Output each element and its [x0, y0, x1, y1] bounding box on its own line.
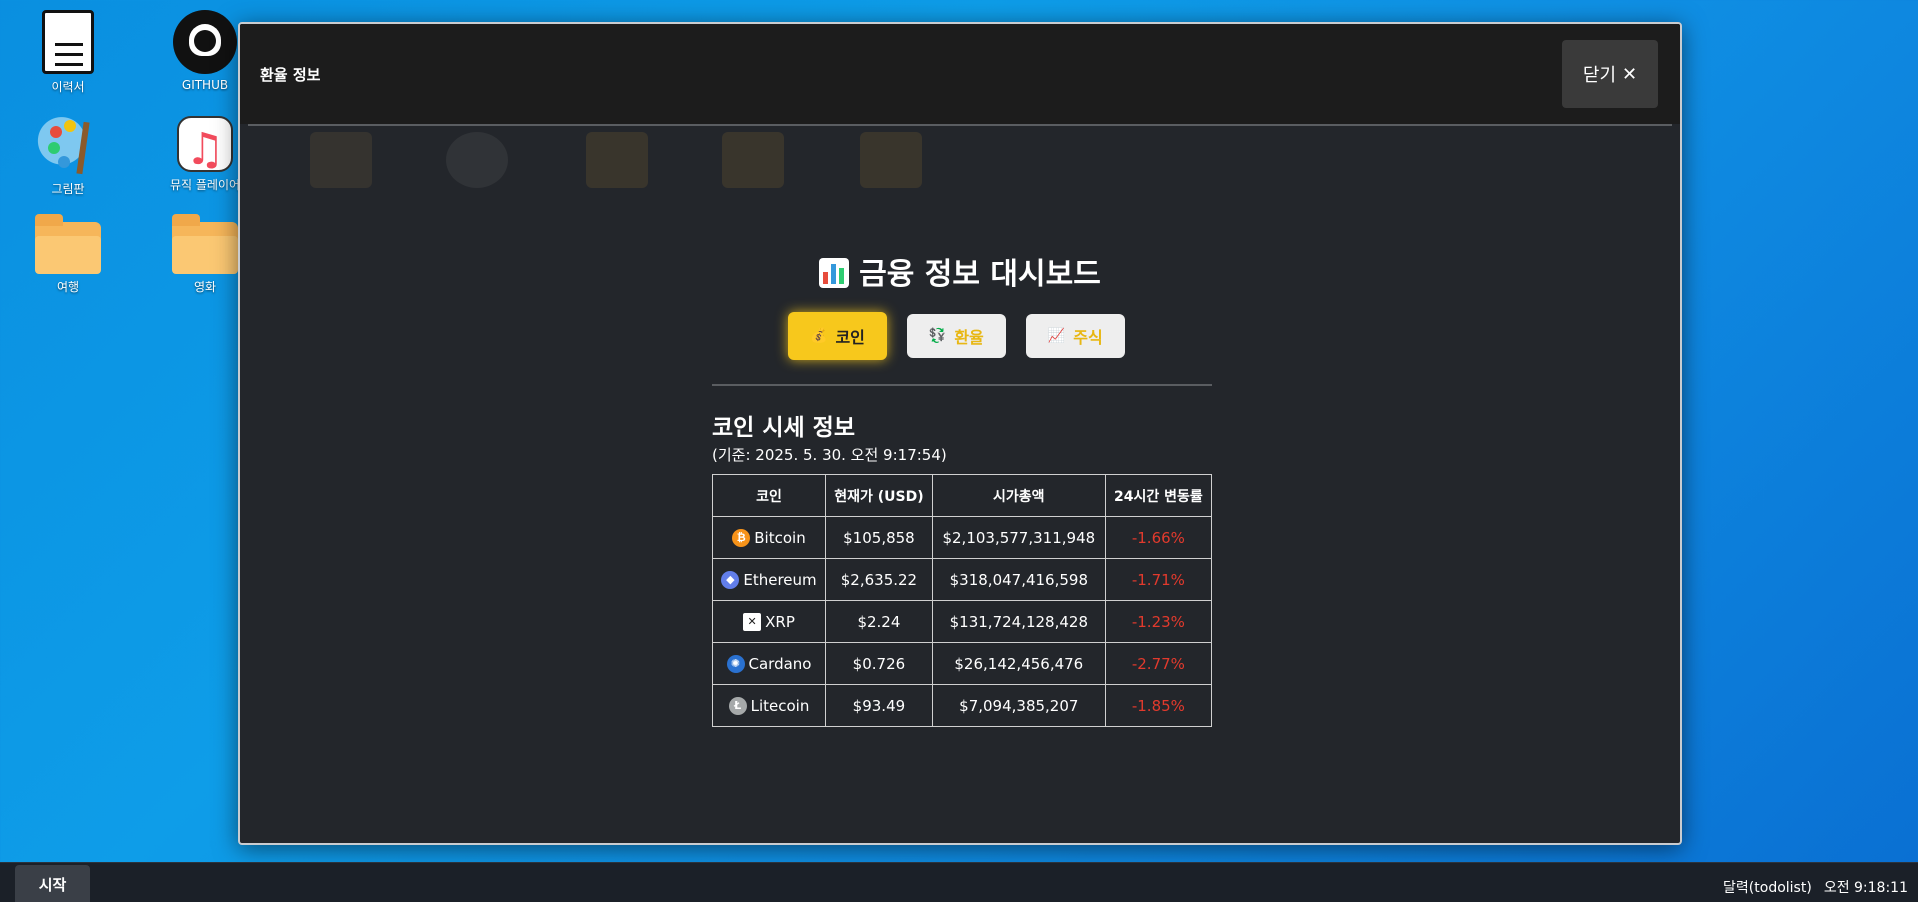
coin-name-cell: ✕ XRP	[712, 600, 826, 643]
desktop-icon-travel[interactable]: 여행	[8, 214, 128, 295]
coin-icon: ◆	[721, 570, 740, 589]
ghost-shape	[860, 132, 922, 188]
price-cell: $0.726	[825, 642, 933, 685]
market-cap-cell: $131,724,128,428	[931, 600, 1106, 643]
tab-label: 환율	[954, 328, 984, 347]
price-cell: $93.49	[825, 684, 933, 727]
coin-name-cell: Ł Litecoin	[712, 684, 826, 727]
tray-app-calendar[interactable]: 달력(todolist)	[1723, 877, 1812, 897]
desktop-icon-label: 이력서	[51, 80, 85, 94]
desktop-icon-label: 뮤직 플레이어	[169, 178, 241, 192]
resume-icon	[42, 10, 94, 74]
close-button-label: 닫기	[1582, 65, 1617, 86]
coin-name-cell: ◆ Ethereum	[712, 558, 826, 601]
market-cap-cell: $318,047,416,598	[931, 558, 1106, 601]
market-cap-cell: $7,094,385,207	[931, 684, 1106, 727]
music-note-icon: ♫	[177, 116, 233, 175]
exchange-icon: 💱	[928, 328, 947, 344]
clock: 오전 9:18:11	[1823, 880, 1908, 896]
coin-icon: ✺	[726, 654, 745, 673]
tab-coin[interactable]: 💰 코인	[788, 312, 887, 360]
table-row: ✺ Cardano $0.726 $26,142,456,476 -2.77%	[712, 642, 1213, 685]
coin-name: Ethereum	[743, 570, 817, 589]
coin-name: Bitcoin	[754, 528, 806, 547]
ghost-shape	[586, 132, 648, 188]
ghost-shape	[446, 132, 508, 188]
folder-icon	[172, 214, 238, 274]
chart-up-icon: 📈	[1047, 328, 1066, 344]
desktop-icon-label: 영화	[193, 280, 217, 294]
column-header: 현재가 (USD)	[825, 474, 933, 517]
start-button[interactable]: 시작	[15, 865, 90, 902]
table-row: ✕ XRP $2.24 $131,724,128,428 -1.23%	[712, 600, 1213, 643]
close-button[interactable]: 닫기 ✕	[1562, 40, 1658, 108]
coin-name: Cardano	[748, 654, 812, 673]
tab-exchange[interactable]: 💱 환율	[906, 314, 1006, 358]
window-title: 환율 정보	[260, 66, 321, 84]
column-header: 시가총액	[931, 474, 1106, 517]
change-cell: -1.71%	[1104, 558, 1213, 601]
coin-icon: ✕	[743, 612, 762, 631]
ghost-shape	[310, 132, 372, 188]
coin-price-table: 코인 현재가 (USD) 시가총액 24시간 변동률 ₿ Bitcoin $105,…	[712, 474, 1213, 727]
price-cell: $2.24	[825, 600, 933, 643]
change-cell: -1.85%	[1104, 684, 1213, 727]
window-header: 환율 정보 닫기 ✕	[240, 24, 1680, 124]
desktop-icon-paint[interactable]: 그림판	[8, 112, 128, 197]
coin-icon: Ł	[728, 696, 747, 715]
table-row: ◆ Ethereum $2,635.22 $318,047,416,598 -1.71%	[712, 558, 1213, 601]
market-cap-cell: $2,103,577,311,948	[931, 516, 1106, 559]
ghost-shape	[722, 132, 784, 188]
desktop-icon-resume[interactable]: 이력서	[8, 10, 128, 95]
section-title: 코인 시세 정보	[712, 415, 855, 441]
palette-icon	[36, 112, 100, 176]
dashboard-title: 금융 정보 대시보드	[240, 249, 1680, 293]
taskbar: 시작 달력(todolist) 오전 9:18:11	[0, 862, 1918, 902]
system-tray: 달력(todolist) 오전 9:18:11	[1723, 877, 1908, 897]
tab-stock[interactable]: 📈 주식	[1025, 314, 1125, 358]
dashboard-tabs: 💰 코인 💱 환율 📈 주식	[788, 312, 1125, 360]
coin-name: Litecoin	[750, 696, 810, 715]
tab-label: 주식	[1073, 328, 1103, 347]
desktop-icon-label: 그림판	[51, 182, 85, 196]
column-header: 코인	[712, 474, 826, 517]
close-icon: ✕	[1622, 63, 1638, 85]
price-cell: $2,635.22	[825, 558, 933, 601]
change-cell: -1.66%	[1104, 516, 1213, 559]
coin-name-cell: ✺ Cardano	[712, 642, 826, 685]
table-row: ₿ Bitcoin $105,858 $2,103,577,311,948 -1.66%	[712, 516, 1213, 559]
table-header-row: 코인 현재가 (USD) 시가총액 24시간 변동률	[712, 474, 1213, 517]
tab-label: 코인	[835, 328, 865, 347]
coin-name-cell: ₿ Bitcoin	[712, 516, 826, 559]
header-divider	[248, 124, 1672, 126]
market-cap-cell: $26,142,456,476	[931, 642, 1106, 685]
folder-icon	[35, 214, 101, 274]
column-header: 24시간 변동률	[1104, 474, 1213, 517]
exchange-info-window: 환율 정보 닫기 ✕ 금융 정보 대시보드 💰 코인 💱 환율 📈 주식 코인 …	[238, 22, 1682, 845]
money-bag-icon: 💰	[810, 328, 828, 344]
desktop-icon-label: GITHUB	[181, 78, 229, 92]
section-timestamp: (기준: 2025. 5. 30. 오전 9:17:54)	[712, 446, 947, 464]
dashboard-title-text: 금융 정보 대시보드	[859, 257, 1101, 292]
change-cell: -2.77%	[1104, 642, 1213, 685]
section-divider	[712, 384, 1212, 386]
coin-name: XRP	[765, 612, 795, 631]
coin-icon: ₿	[732, 528, 751, 547]
change-cell: -1.23%	[1104, 600, 1213, 643]
desktop-icon-label: 여행	[56, 280, 80, 294]
price-cell: $105,858	[825, 516, 933, 559]
github-icon	[173, 10, 237, 74]
table-row: Ł Litecoin $93.49 $7,094,385,207 -1.85%	[712, 684, 1213, 727]
bar-chart-icon	[819, 258, 850, 288]
